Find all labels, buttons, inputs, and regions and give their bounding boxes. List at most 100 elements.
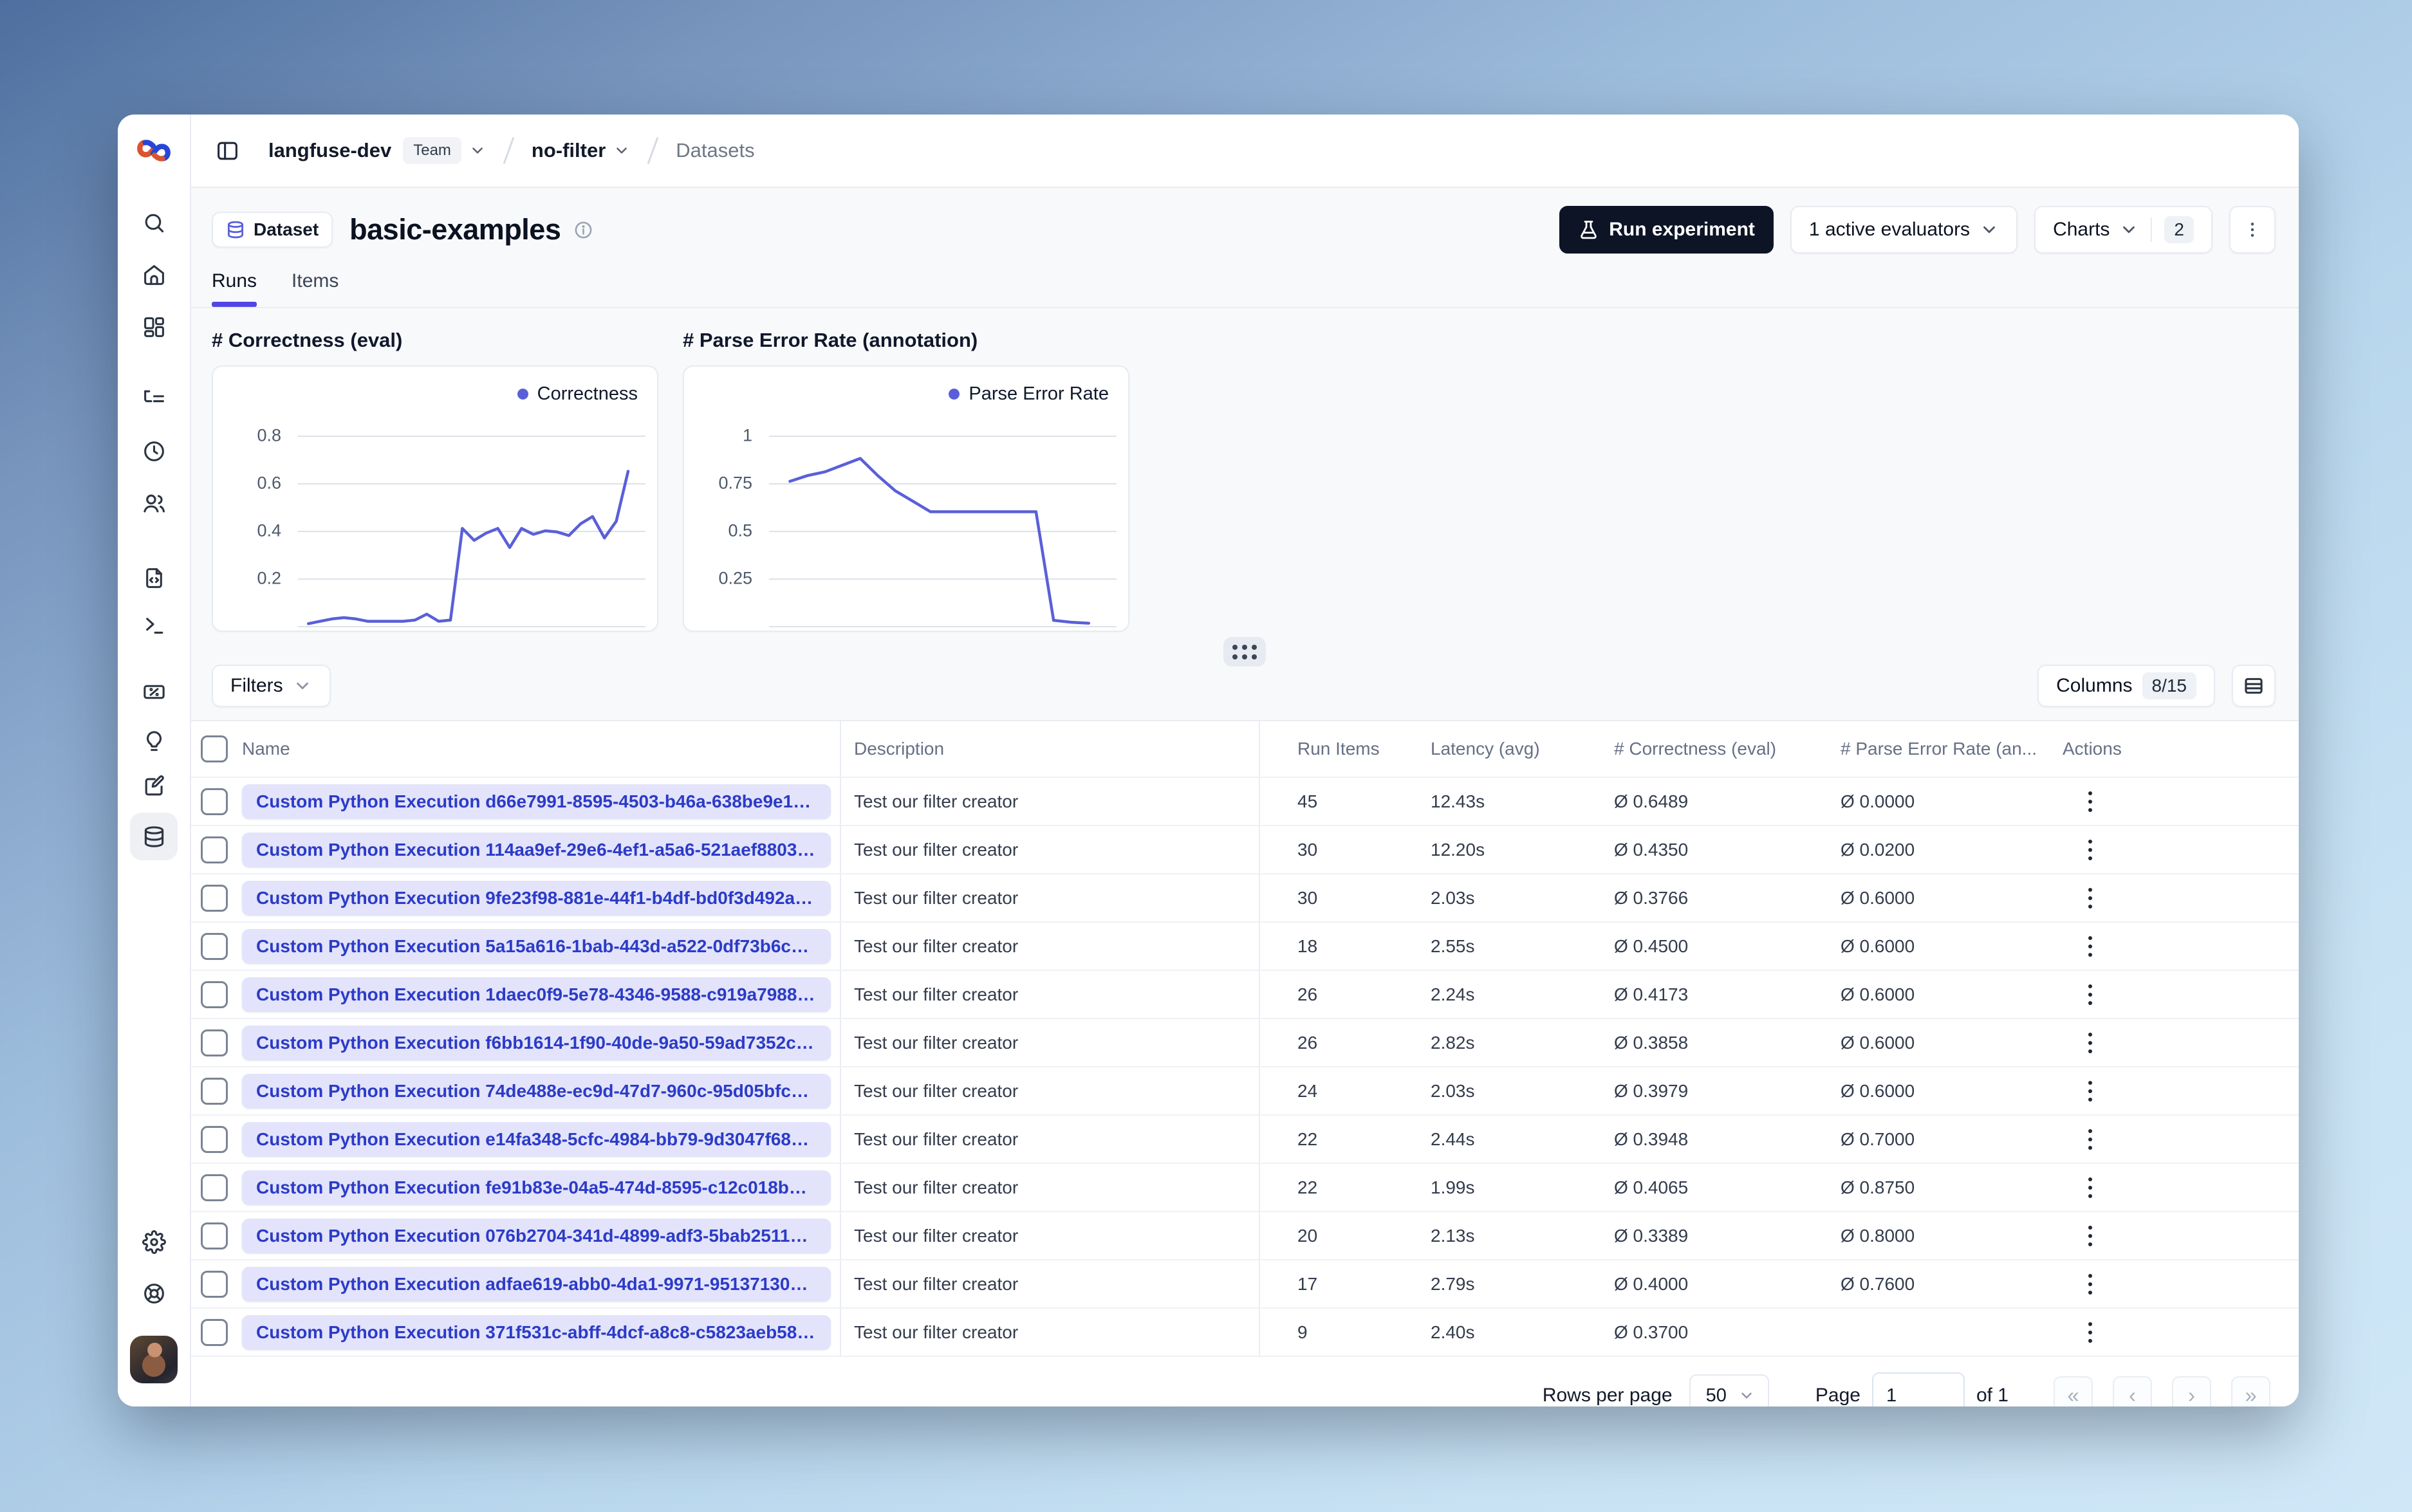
org-switcher-chevron-icon[interactable] <box>469 142 486 159</box>
select-all-checkbox[interactable] <box>200 735 228 762</box>
row-checkbox[interactable] <box>200 1125 228 1153</box>
run-name-link[interactable]: Custom Python Execution 371f531c-abff-4d… <box>242 1314 831 1350</box>
last-page-button[interactable]: » <box>2231 1376 2270 1406</box>
sidebar-toggle-icon[interactable] <box>209 133 245 169</box>
row-checkbox[interactable] <box>200 884 228 912</box>
row-checkbox[interactable] <box>200 1318 228 1346</box>
runs-table: Name Description Run Items Latency (avg)… <box>190 720 2299 1357</box>
legend-dot <box>949 389 960 400</box>
first-page-button[interactable]: « <box>2054 1376 2093 1406</box>
more-actions-button[interactable] <box>2229 206 2276 254</box>
column-header-run-items[interactable]: Run Items <box>1260 739 1419 759</box>
row-checkbox[interactable] <box>200 932 228 960</box>
row-actions-menu[interactable] <box>2083 786 2097 817</box>
prompts-icon[interactable] <box>130 554 178 602</box>
users-icon[interactable] <box>130 479 178 527</box>
row-height-button[interactable] <box>2232 665 2276 707</box>
table-row: Custom Python Execution adfae619-abb0-4d… <box>190 1260 2299 1309</box>
dashboards-icon[interactable] <box>130 303 178 351</box>
run-name-link[interactable]: Custom Python Execution fe91b83e-04a5-47… <box>242 1170 831 1205</box>
run-name-link[interactable]: Custom Python Execution d66e7991-8595-45… <box>242 784 831 819</box>
project-switcher-chevron-icon[interactable] <box>613 142 630 159</box>
home-icon[interactable] <box>130 251 178 299</box>
tracing-icon[interactable] <box>130 375 178 423</box>
playground-terminal-icon[interactable] <box>130 602 178 649</box>
run-name-link[interactable]: Custom Python Execution 1daec0f9-5e78-43… <box>242 977 831 1012</box>
row-actions-menu[interactable] <box>2083 1221 2097 1251</box>
breadcrumb-separator <box>503 136 515 165</box>
row-actions-menu[interactable] <box>2083 1076 2097 1107</box>
run-description: Test our filter creator <box>841 971 1260 1018</box>
columns-button[interactable]: Columns 8/15 <box>2037 665 2215 707</box>
run-name-link[interactable]: Custom Python Execution 9fe23f98-881e-44… <box>242 880 831 916</box>
row-checkbox[interactable] <box>200 981 228 1008</box>
breadcrumb-org[interactable]: langfuse-dev <box>268 139 391 162</box>
settings-gear-icon[interactable] <box>130 1218 178 1266</box>
line-plot: 0.2 0.4 0.6 0.8 <box>257 380 645 627</box>
support-lifebuoy-icon[interactable] <box>130 1269 178 1317</box>
row-checkbox[interactable] <box>200 1029 228 1056</box>
correctness-value: Ø 0.4000 <box>1614 1273 1689 1294</box>
row-checkbox[interactable] <box>200 836 228 863</box>
row-checkbox[interactable] <box>200 1174 228 1201</box>
run-items-value: 30 <box>1297 839 1318 860</box>
row-actions-menu[interactable] <box>2083 931 2097 962</box>
rows-per-page-select[interactable]: 50 <box>1689 1374 1769 1406</box>
row-actions-menu[interactable] <box>2083 1124 2097 1155</box>
search-icon[interactable] <box>130 199 178 246</box>
row-checkbox[interactable] <box>200 1270 228 1298</box>
latency-value: 1.99s <box>1431 1177 1475 1197</box>
run-name-link[interactable]: Custom Python Execution 5a15a616-1bab-44… <box>242 928 831 964</box>
row-checkbox[interactable] <box>200 1077 228 1105</box>
column-header-latency[interactable]: Latency (avg) <box>1419 739 1601 759</box>
row-checkbox[interactable] <box>200 788 228 815</box>
column-header-name[interactable]: Name <box>238 721 841 777</box>
column-header-description[interactable]: Description <box>841 721 1260 777</box>
tab-runs[interactable]: Runs <box>212 270 257 307</box>
row-actions-menu[interactable] <box>2083 1269 2097 1300</box>
tab-runs-label: Runs <box>212 270 257 291</box>
chevron-down-icon <box>1983 226 1995 234</box>
breadcrumb-project[interactable]: no-filter <box>532 139 606 162</box>
datasets-icon[interactable] <box>130 813 178 860</box>
breadcrumb-section[interactable]: Datasets <box>676 139 754 162</box>
previous-page-button[interactable]: ‹ <box>2113 1376 2152 1406</box>
correctness-value: Ø 0.4350 <box>1614 839 1689 860</box>
chart-legend: Parse Error Rate <box>949 383 1109 405</box>
run-name-link[interactable]: Custom Python Execution f6bb1614-1f90-40… <box>242 1025 831 1060</box>
run-experiment-button[interactable]: Run experiment <box>1559 206 1774 254</box>
sessions-clock-icon[interactable] <box>130 427 178 475</box>
line-plot: 0.25 0.5 0.75 1 <box>718 380 1117 627</box>
row-checkbox[interactable] <box>200 1222 228 1249</box>
row-actions-menu[interactable] <box>2083 1317 2097 1348</box>
tab-items[interactable]: Items <box>292 270 339 307</box>
evaluators-dropdown[interactable]: 1 active evaluators <box>1790 206 2018 254</box>
row-actions-menu[interactable] <box>2083 1028 2097 1058</box>
legend-label: Correctness <box>537 383 638 404</box>
run-name-link[interactable]: Custom Python Execution e14fa348-5cfc-49… <box>242 1121 831 1157</box>
filters-button[interactable]: Filters <box>212 665 331 707</box>
column-header-parse-error-rate[interactable]: # Parse Error Rate (an... <box>1828 739 2050 759</box>
run-name-link[interactable]: Custom Python Execution 114aa9ef-29e6-4e… <box>242 832 831 867</box>
user-avatar[interactable] <box>130 1336 178 1383</box>
next-page-button[interactable]: › <box>2172 1376 2211 1406</box>
run-description: Test our filter creator <box>841 1164 1260 1211</box>
chevron-down-icon <box>2123 226 2135 234</box>
column-header-correctness[interactable]: # Correctness (eval) <box>1601 739 1828 759</box>
annotation-icon[interactable] <box>130 762 178 810</box>
run-name-link[interactable]: Custom Python Execution adfae619-abb0-4d… <box>242 1266 831 1302</box>
row-actions-menu[interactable] <box>2083 883 2097 914</box>
insights-lightbulb-icon[interactable] <box>130 717 178 765</box>
evaluators-icon[interactable] <box>130 668 178 715</box>
chart-card: Correctness 0.2 0.4 0.6 0.8 <box>212 365 658 632</box>
row-actions-menu[interactable] <box>2083 1172 2097 1203</box>
page-number-input[interactable] <box>1871 1372 1965 1406</box>
charts-dropdown[interactable]: Charts 2 <box>2034 206 2213 254</box>
run-name-link[interactable]: Custom Python Execution 74de488e-ec9d-47… <box>242 1073 831 1109</box>
resize-drag-handle[interactable] <box>1223 637 1266 667</box>
parse-error-rate-value: Ø 0.6000 <box>1841 1080 1915 1101</box>
row-actions-menu[interactable] <box>2083 979 2097 1010</box>
run-name-link[interactable]: Custom Python Execution 076b2704-341d-48… <box>242 1218 831 1253</box>
row-actions-menu[interactable] <box>2083 834 2097 865</box>
info-icon[interactable] <box>573 220 593 240</box>
